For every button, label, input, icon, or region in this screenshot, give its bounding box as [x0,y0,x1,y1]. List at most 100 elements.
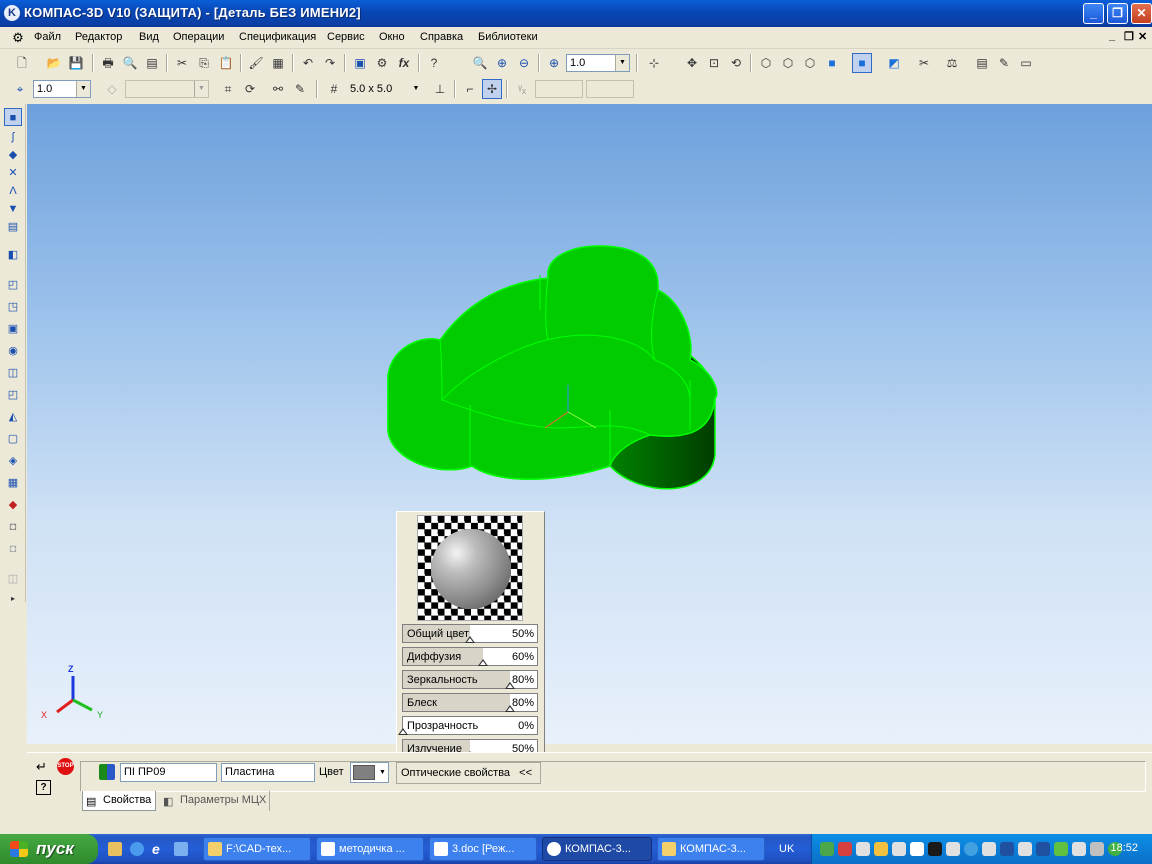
optical-properties-toggle[interactable]: Оптические свойства << [396,762,541,784]
diffusion-slider[interactable]: Диффузия 60% [402,647,538,666]
rotate-icon[interactable]: ⟲ [726,53,746,73]
revolve-icon[interactable]: ◳ [4,298,22,316]
tray-icon[interactable] [856,842,870,856]
tray-icon[interactable] [820,842,834,856]
grid-icon[interactable]: # [324,79,344,99]
undo-icon[interactable]: ↶ [298,53,318,73]
copy-icon[interactable]: ⎘ [194,53,214,73]
hole-icon[interactable]: ◘ [4,518,22,536]
library-book-icon[interactable] [99,764,115,780]
wireframe-icon[interactable]: ⬡ [756,53,776,73]
step-combo[interactable]: 1.0 ▼ [33,80,91,98]
tray-icon[interactable] [1054,842,1068,856]
menu-libraries[interactable]: Библиотеки [478,31,538,43]
local-cs-icon[interactable]: ⌖ [10,79,30,99]
chevron-down-icon[interactable]: ▼ [615,55,629,71]
tab-properties[interactable]: ▤ Свойства [82,791,156,811]
stop-icon[interactable]: STOP [57,758,74,775]
tray-icon[interactable] [982,842,996,856]
tray-icon[interactable] [928,842,942,856]
perspective-icon[interactable]: ◩ [884,53,904,73]
document-manager-icon[interactable]: ▦ [268,53,288,73]
doc-minimize-button[interactable]: _ [1109,30,1115,42]
task-kompas-active[interactable]: КОМПАС-3... [542,837,652,861]
tray-icon[interactable] [910,842,924,856]
format-brush-icon[interactable]: 🖌 [246,53,266,73]
quicklaunch-explorer-icon[interactable] [108,842,122,856]
section-icon[interactable]: ✂ [914,53,934,73]
quicklaunch-ie-icon[interactable]: e [152,841,168,857]
tray-icon[interactable] [1090,842,1104,856]
task-folder[interactable]: F:\CAD-тех... [203,837,311,861]
zoom-out-icon[interactable]: ⊖ [514,53,534,73]
menu-window[interactable]: Окно [379,31,405,43]
auxiliary-geometry-icon[interactable]: ✕ [4,164,22,182]
expand-toolbar-icon[interactable]: ▸ [4,590,22,608]
report-icon[interactable]: ▤ [972,53,992,73]
doc-close-button[interactable]: ✕ [1138,30,1147,43]
ortho-icon[interactable]: ⊥ [430,79,450,99]
designation-field[interactable]: ПI ПР09 [120,763,217,782]
thin-lines-icon[interactable]: ⬡ [800,53,820,73]
slider-thumb[interactable] [505,705,516,712]
shell-icon[interactable]: ▢ [4,430,22,448]
quicklaunch-desktop-icon[interactable] [130,842,144,856]
properties-icon[interactable]: ▤ [142,53,162,73]
transparency-slider[interactable]: Прозрачность 0% [398,716,538,735]
task-word-1[interactable]: методичка ... [316,837,424,861]
menu-help[interactable]: Справка [420,31,463,43]
pencil-icon[interactable]: ✎ [290,79,310,99]
thread-icon[interactable]: ◘ [4,540,22,558]
tray-icon[interactable] [1036,842,1050,856]
minimize-button[interactable]: _ [1083,3,1104,24]
shaded-edges-icon[interactable]: ■ [852,53,872,73]
task-kompas-help[interactable]: КОМПАС-3... [657,837,765,861]
help-icon[interactable]: ? [36,780,51,795]
scale-combo[interactable]: 1.0 ▼ [566,54,630,72]
show-all-icon[interactable]: ⊡ [704,53,724,73]
kompas-icon[interactable]: K [4,5,20,21]
document-menu-icon[interactable]: ⚙ [10,30,26,46]
zoom-in-icon[interactable]: ⊕ [492,53,512,73]
libraries-manager-icon[interactable]: ⚙ [372,53,392,73]
tray-icon[interactable] [892,842,906,856]
loft-icon[interactable]: ◉ [4,342,22,360]
rebuild-icon[interactable]: ⟳ [240,79,260,99]
part-editing-icon[interactable]: ■ [4,108,22,126]
snap-icon[interactable]: ⌗ [218,79,238,99]
chevron-down-icon[interactable]: ▼ [76,81,90,97]
overall-color-slider[interactable]: Общий цвет 50% [402,624,538,643]
paste-icon[interactable]: 📋 [216,53,236,73]
save-icon[interactable]: 💾 [66,53,86,73]
tab-mcx-parameters[interactable]: ◧ Параметры МЦХ [160,791,270,811]
volume-icon[interactable] [1072,842,1086,856]
slider-thumb[interactable] [478,659,489,666]
edit-icon[interactable]: ✎ [994,53,1014,73]
tray-icon[interactable] [1000,842,1014,856]
snaps-icon[interactable]: ✢ [482,79,502,99]
context-help-icon[interactable]: ? [424,53,444,73]
print-icon[interactable]: 🖶 [98,53,118,73]
menu-file[interactable]: Файл [34,31,61,43]
new-file-icon[interactable]: 🗋 [12,53,32,73]
specification-icon[interactable]: ▤ [4,218,22,236]
surfaces-icon[interactable]: ◆ [4,146,22,164]
extrude-icon[interactable]: ◰ [4,276,22,294]
tray-icon[interactable] [1018,842,1032,856]
hidden-lines-icon[interactable]: ⬡ [778,53,798,73]
fillet-icon[interactable]: ◰ [4,386,22,404]
name-field[interactable]: Пластина [221,763,315,782]
zoom-scale-icon[interactable]: ⊕ [544,53,564,73]
tray-icon[interactable] [964,842,978,856]
panel-icon[interactable]: ▭ [1016,53,1036,73]
model-viewport[interactable]: Z X Y [27,104,1152,744]
color-picker[interactable]: ▼ [350,762,389,783]
menu-specification[interactable]: Спецификация [239,31,316,43]
specularity-slider[interactable]: Зеркальность 80% [402,670,538,689]
orientation-icon[interactable]: ⊹ [644,53,664,73]
chevron-down-icon[interactable]: ▼ [377,763,388,782]
cut-extrude-icon[interactable]: ◫ [4,364,22,382]
close-button[interactable]: ✕ [1131,3,1152,24]
menu-edit[interactable]: Редактор [75,31,122,43]
chevron-down-icon[interactable]: ▼ [409,81,423,97]
